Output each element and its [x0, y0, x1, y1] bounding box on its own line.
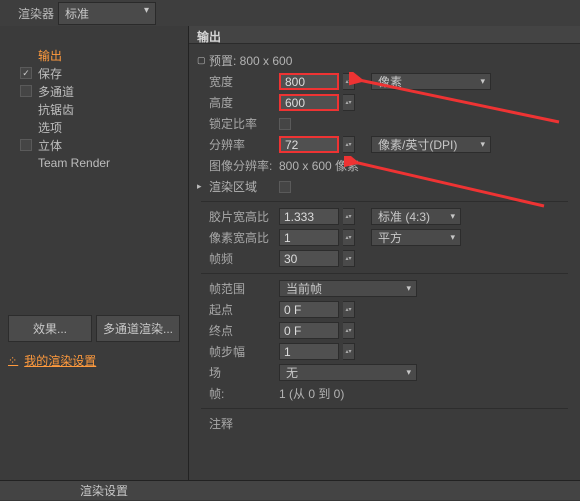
width-input[interactable]: 800 — [279, 73, 339, 90]
effects-button[interactable]: 效果... — [8, 315, 92, 342]
multipass-button[interactable]: 多通道渲染... — [96, 315, 180, 342]
sidebar-item-save[interactable]: ✓ 保存 — [0, 64, 188, 82]
height-spinner[interactable]: ▴▾ — [343, 94, 355, 111]
sidebar-item-options[interactable]: 选项 — [0, 118, 188, 136]
film-aspect-label: 胶片宽高比 — [193, 208, 275, 225]
pixel-aspect-select[interactable]: 平方 — [371, 229, 461, 246]
resolution-unit-select[interactable]: 像素/英寸(DPI) — [371, 136, 491, 153]
width-unit-select[interactable]: 像素 — [371, 73, 491, 90]
footer-title: 渲染设置 — [80, 482, 128, 499]
sidebar-tree: 输出 ✓ 保存 多通道 抗锯齿 选项 立体 — [0, 42, 188, 311]
sidebar-label: 立体 — [38, 137, 62, 154]
fps-label: 帧频 — [193, 250, 275, 267]
preset-label: 预置: 800 x 600 — [209, 52, 292, 69]
fps-input[interactable]: 30 — [279, 250, 339, 267]
divider — [201, 408, 568, 409]
sidebar-item-antialias[interactable]: 抗锯齿 — [0, 100, 188, 118]
divider — [201, 201, 568, 202]
resolution-spinner[interactable]: ▴▾ — [343, 136, 355, 153]
frames-value: 1 (从 0 到 0) — [279, 385, 344, 402]
lock-ratio-label: 锁定比率 — [193, 115, 275, 132]
sidebar-label: Team Render — [38, 156, 110, 170]
lock-ratio-checkbox[interactable] — [279, 118, 291, 130]
renderer-select[interactable]: 标准 — [58, 2, 156, 25]
frame-range-select[interactable]: 当前帧 — [279, 280, 417, 297]
frame-range-label: 帧范围 — [193, 280, 275, 297]
checkbox-icon[interactable]: ✓ — [20, 67, 32, 79]
disclosure-icon[interactable]: ▸ — [193, 181, 205, 192]
my-settings-label: 我的渲染设置 — [24, 352, 96, 369]
frame-step-label: 帧步幅 — [193, 343, 275, 360]
sidebar-item-output[interactable]: 输出 — [0, 46, 188, 64]
sidebar-label: 保存 — [38, 65, 62, 82]
settings-icon: ⁘ — [8, 354, 18, 367]
my-render-settings-link[interactable]: ⁘ 我的渲染设置 — [0, 346, 188, 375]
checkbox-icon[interactable] — [20, 85, 32, 97]
panel-title: 输出 — [189, 26, 580, 44]
notes-label: 注释 — [193, 415, 275, 432]
end-label: 终点 — [193, 322, 275, 339]
output-panel: 输出 ▢ 预置: 800 x 600 宽度 800 ▴▾ 像素 高度 600 ▴… — [189, 26, 580, 480]
start-label: 起点 — [193, 301, 275, 318]
field-label: 场 — [193, 364, 275, 381]
end-input[interactable]: 0 F — [279, 322, 339, 339]
frame-step-input[interactable]: 1 — [279, 343, 339, 360]
start-spinner[interactable]: ▴▾ — [343, 301, 355, 318]
checkbox-icon[interactable] — [20, 139, 32, 151]
image-res-label: 图像分辨率: — [193, 157, 275, 174]
pixel-aspect-label: 像素宽高比 — [193, 229, 275, 246]
frames-label: 帧: — [193, 385, 275, 402]
start-input[interactable]: 0 F — [279, 301, 339, 318]
width-spinner[interactable]: ▴▾ — [343, 73, 355, 90]
sidebar: 输出 ✓ 保存 多通道 抗锯齿 选项 立体 — [0, 26, 189, 480]
sidebar-item-stereo[interactable]: 立体 — [0, 136, 188, 154]
end-spinner[interactable]: ▴▾ — [343, 322, 355, 339]
disclosure-icon[interactable]: ▢ — [193, 55, 205, 66]
render-region-label: 渲染区域 — [209, 178, 275, 195]
height-label: 高度 — [193, 94, 275, 111]
height-input[interactable]: 600 — [279, 94, 339, 111]
film-aspect-spinner[interactable]: ▴▾ — [343, 208, 355, 225]
width-label: 宽度 — [193, 73, 275, 90]
sidebar-label: 多通道 — [38, 83, 74, 100]
footer-bar: 渲染设置 — [0, 480, 580, 500]
divider — [201, 273, 568, 274]
renderer-label: 渲染器 — [18, 5, 54, 22]
film-aspect-input[interactable]: 1.333 — [279, 208, 339, 225]
sidebar-label: 抗锯齿 — [38, 101, 74, 118]
render-region-checkbox[interactable] — [279, 181, 291, 193]
frame-step-spinner[interactable]: ▴▾ — [343, 343, 355, 360]
sidebar-label: 选项 — [38, 119, 62, 136]
pixel-aspect-spinner[interactable]: ▴▾ — [343, 229, 355, 246]
resolution-label: 分辨率 — [193, 136, 275, 153]
film-aspect-select[interactable]: 标准 (4:3) — [371, 208, 461, 225]
sidebar-item-team-render[interactable]: Team Render — [0, 154, 188, 172]
sidebar-label: 输出 — [38, 47, 62, 64]
sidebar-item-multipass[interactable]: 多通道 — [0, 82, 188, 100]
pixel-aspect-input[interactable]: 1 — [279, 229, 339, 246]
fps-spinner[interactable]: ▴▾ — [343, 250, 355, 267]
resolution-input[interactable]: 72 — [279, 136, 339, 153]
field-select[interactable]: 无 — [279, 364, 417, 381]
image-res-value: 800 x 600 像素 — [279, 157, 359, 174]
